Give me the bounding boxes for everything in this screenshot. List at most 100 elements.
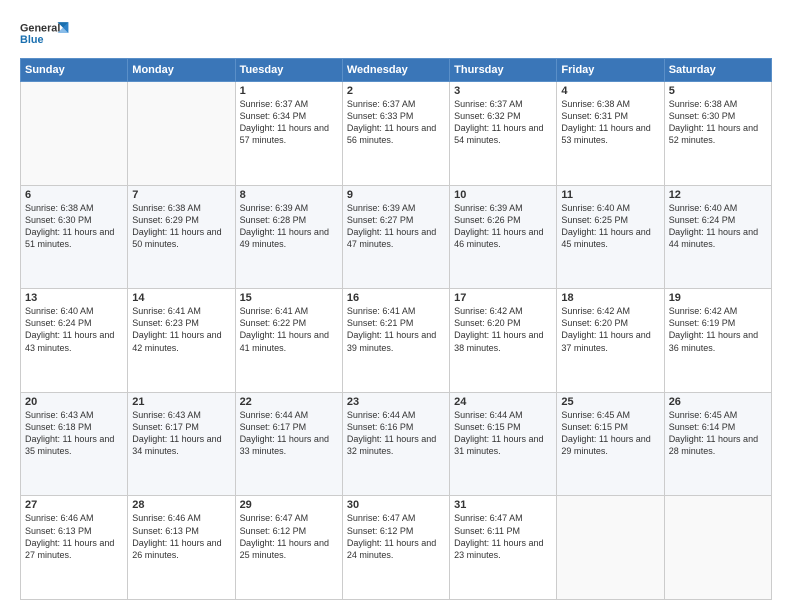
logo: General Blue [20, 18, 70, 48]
calendar-cell [128, 82, 235, 186]
calendar-cell: 2Sunrise: 6:37 AM Sunset: 6:33 PM Daylig… [342, 82, 449, 186]
calendar-cell: 11Sunrise: 6:40 AM Sunset: 6:25 PM Dayli… [557, 185, 664, 289]
cell-content: Sunrise: 6:43 AM Sunset: 6:18 PM Dayligh… [25, 409, 123, 458]
cell-content: Sunrise: 6:41 AM Sunset: 6:21 PM Dayligh… [347, 305, 445, 354]
calendar-cell: 18Sunrise: 6:42 AM Sunset: 6:20 PM Dayli… [557, 289, 664, 393]
calendar-cell: 24Sunrise: 6:44 AM Sunset: 6:15 PM Dayli… [450, 392, 557, 496]
calendar-table: SundayMondayTuesdayWednesdayThursdayFrid… [20, 58, 772, 600]
cell-content: Sunrise: 6:47 AM Sunset: 6:11 PM Dayligh… [454, 512, 552, 561]
weekday-header-monday: Monday [128, 59, 235, 82]
day-number: 1 [240, 85, 338, 97]
day-number: 16 [347, 292, 445, 304]
calendar-cell: 25Sunrise: 6:45 AM Sunset: 6:15 PM Dayli… [557, 392, 664, 496]
day-number: 22 [240, 396, 338, 408]
cell-content: Sunrise: 6:38 AM Sunset: 6:30 PM Dayligh… [25, 202, 123, 251]
day-number: 25 [561, 396, 659, 408]
cell-content: Sunrise: 6:44 AM Sunset: 6:17 PM Dayligh… [240, 409, 338, 458]
calendar-cell: 14Sunrise: 6:41 AM Sunset: 6:23 PM Dayli… [128, 289, 235, 393]
cell-content: Sunrise: 6:38 AM Sunset: 6:29 PM Dayligh… [132, 202, 230, 251]
svg-text:General: General [20, 22, 60, 34]
calendar-cell: 10Sunrise: 6:39 AM Sunset: 6:26 PM Dayli… [450, 185, 557, 289]
day-number: 15 [240, 292, 338, 304]
day-number: 13 [25, 292, 123, 304]
calendar-cell [557, 496, 664, 600]
weekday-header-wednesday: Wednesday [342, 59, 449, 82]
cell-content: Sunrise: 6:44 AM Sunset: 6:16 PM Dayligh… [347, 409, 445, 458]
calendar-cell: 1Sunrise: 6:37 AM Sunset: 6:34 PM Daylig… [235, 82, 342, 186]
calendar-cell: 15Sunrise: 6:41 AM Sunset: 6:22 PM Dayli… [235, 289, 342, 393]
cell-content: Sunrise: 6:37 AM Sunset: 6:34 PM Dayligh… [240, 98, 338, 147]
cell-content: Sunrise: 6:42 AM Sunset: 6:20 PM Dayligh… [454, 305, 552, 354]
calendar-cell: 3Sunrise: 6:37 AM Sunset: 6:32 PM Daylig… [450, 82, 557, 186]
calendar-cell: 31Sunrise: 6:47 AM Sunset: 6:11 PM Dayli… [450, 496, 557, 600]
day-number: 20 [25, 396, 123, 408]
calendar-cell: 27Sunrise: 6:46 AM Sunset: 6:13 PM Dayli… [21, 496, 128, 600]
calendar-cell [21, 82, 128, 186]
cell-content: Sunrise: 6:40 AM Sunset: 6:24 PM Dayligh… [25, 305, 123, 354]
cell-content: Sunrise: 6:46 AM Sunset: 6:13 PM Dayligh… [132, 512, 230, 561]
weekday-header-row: SundayMondayTuesdayWednesdayThursdayFrid… [21, 59, 772, 82]
cell-content: Sunrise: 6:42 AM Sunset: 6:20 PM Dayligh… [561, 305, 659, 354]
calendar-cell [664, 496, 771, 600]
day-number: 8 [240, 189, 338, 201]
day-number: 14 [132, 292, 230, 304]
calendar-cell: 9Sunrise: 6:39 AM Sunset: 6:27 PM Daylig… [342, 185, 449, 289]
day-number: 26 [669, 396, 767, 408]
page: General Blue SundayMondayTuesdayWednesda… [0, 0, 792, 612]
cell-content: Sunrise: 6:37 AM Sunset: 6:33 PM Dayligh… [347, 98, 445, 147]
day-number: 21 [132, 396, 230, 408]
cell-content: Sunrise: 6:45 AM Sunset: 6:15 PM Dayligh… [561, 409, 659, 458]
cell-content: Sunrise: 6:43 AM Sunset: 6:17 PM Dayligh… [132, 409, 230, 458]
calendar-cell: 26Sunrise: 6:45 AM Sunset: 6:14 PM Dayli… [664, 392, 771, 496]
weekday-header-saturday: Saturday [664, 59, 771, 82]
calendar-cell: 4Sunrise: 6:38 AM Sunset: 6:31 PM Daylig… [557, 82, 664, 186]
day-number: 30 [347, 499, 445, 511]
day-number: 6 [25, 189, 123, 201]
calendar-cell: 8Sunrise: 6:39 AM Sunset: 6:28 PM Daylig… [235, 185, 342, 289]
day-number: 24 [454, 396, 552, 408]
day-number: 31 [454, 499, 552, 511]
calendar-cell: 12Sunrise: 6:40 AM Sunset: 6:24 PM Dayli… [664, 185, 771, 289]
cell-content: Sunrise: 6:39 AM Sunset: 6:27 PM Dayligh… [347, 202, 445, 251]
day-number: 18 [561, 292, 659, 304]
cell-content: Sunrise: 6:38 AM Sunset: 6:31 PM Dayligh… [561, 98, 659, 147]
calendar-cell: 22Sunrise: 6:44 AM Sunset: 6:17 PM Dayli… [235, 392, 342, 496]
calendar-week-5: 27 Sunrise: 6:46 AM Sunset: 6:13 PM Dayli… [21, 496, 772, 600]
day-number: 7 [132, 189, 230, 201]
calendar-cell: 20Sunrise: 6:43 AM Sunset: 6:18 PM Dayli… [21, 392, 128, 496]
cell-content: Sunrise: 6:39 AM Sunset: 6:28 PM Dayligh… [240, 202, 338, 251]
cell-content: Sunrise: 6:47 AM Sunset: 6:12 PM Dayligh… [240, 512, 338, 561]
calendar-cell: 16Sunrise: 6:41 AM Sunset: 6:21 PM Dayli… [342, 289, 449, 393]
day-number: 27 [25, 499, 123, 511]
calendar-cell: 28Sunrise: 6:46 AM Sunset: 6:13 PM Dayli… [128, 496, 235, 600]
calendar-cell: 6Sunrise: 6:38 AM Sunset: 6:30 PM Daylig… [21, 185, 128, 289]
day-number: 19 [669, 292, 767, 304]
calendar-cell: 21Sunrise: 6:43 AM Sunset: 6:17 PM Dayli… [128, 392, 235, 496]
cell-content: Sunrise: 6:40 AM Sunset: 6:25 PM Dayligh… [561, 202, 659, 251]
calendar-week-4: 20Sunrise: 6:43 AM Sunset: 6:18 PM Dayli… [21, 392, 772, 496]
calendar-cell: 23Sunrise: 6:44 AM Sunset: 6:16 PM Dayli… [342, 392, 449, 496]
weekday-header-thursday: Thursday [450, 59, 557, 82]
calendar-cell: 30Sunrise: 6:47 AM Sunset: 6:12 PM Dayli… [342, 496, 449, 600]
day-number: 10 [454, 189, 552, 201]
cell-content: Sunrise: 6:42 AM Sunset: 6:19 PM Dayligh… [669, 305, 767, 354]
cell-content: Sunrise: 6:39 AM Sunset: 6:26 PM Dayligh… [454, 202, 552, 251]
cell-content: Sunrise: 6:37 AM Sunset: 6:32 PM Dayligh… [454, 98, 552, 147]
calendar-week-2: 6Sunrise: 6:38 AM Sunset: 6:30 PM Daylig… [21, 185, 772, 289]
day-number: 5 [669, 85, 767, 97]
day-number: 17 [454, 292, 552, 304]
day-number: 23 [347, 396, 445, 408]
logo-icon: General Blue [20, 18, 70, 48]
calendar-cell: 7Sunrise: 6:38 AM Sunset: 6:29 PM Daylig… [128, 185, 235, 289]
calendar-cell: 13Sunrise: 6:40 AM Sunset: 6:24 PM Dayli… [21, 289, 128, 393]
cell-content: Sunrise: 6:41 AM Sunset: 6:22 PM Dayligh… [240, 305, 338, 354]
day-number: 11 [561, 189, 659, 201]
day-number: 29 [240, 499, 338, 511]
calendar-cell: 5Sunrise: 6:38 AM Sunset: 6:30 PM Daylig… [664, 82, 771, 186]
svg-text:Blue: Blue [20, 34, 43, 46]
calendar-week-1: 1Sunrise: 6:37 AM Sunset: 6:34 PM Daylig… [21, 82, 772, 186]
day-number: 12 [669, 189, 767, 201]
calendar-week-3: 13Sunrise: 6:40 AM Sunset: 6:24 PM Dayli… [21, 289, 772, 393]
cell-content: Sunrise: 6:38 AM Sunset: 6:30 PM Dayligh… [669, 98, 767, 147]
day-number: 9 [347, 189, 445, 201]
